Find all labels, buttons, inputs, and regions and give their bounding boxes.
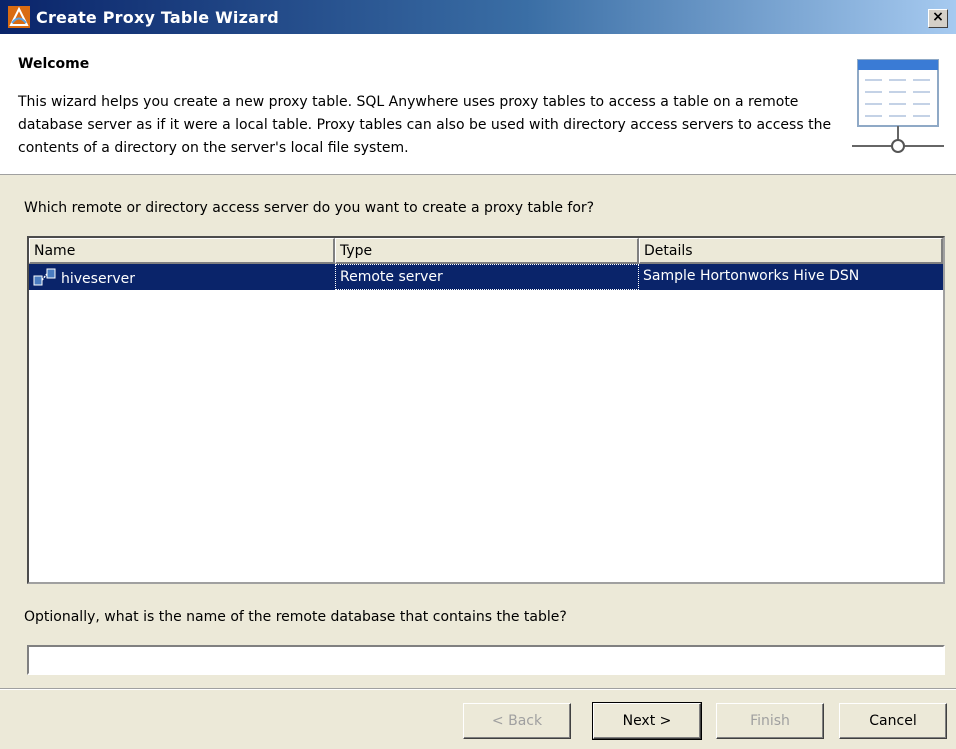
- next-button[interactable]: Next >: [592, 702, 702, 740]
- finish-button[interactable]: Finish: [716, 703, 824, 739]
- database-name-input[interactable]: [27, 645, 945, 675]
- server-icon: [33, 268, 56, 286]
- column-header-type[interactable]: Type: [335, 238, 639, 264]
- page-description: This wizard helps you create a new proxy…: [18, 94, 832, 156]
- close-button[interactable]: ×: [928, 9, 948, 28]
- title-bar: Create Proxy Table Wizard ×: [0, 0, 956, 34]
- server-table: Name Type Details hiveserver Remote serv…: [27, 236, 945, 584]
- table-cell-details: Sample Hortonworks Hive DSN: [643, 268, 860, 284]
- back-button[interactable]: < Back: [463, 703, 571, 739]
- page-title: Welcome: [18, 56, 90, 72]
- proxy-table-icon: [852, 59, 944, 153]
- table-cell-name: hiveserver: [29, 264, 335, 290]
- wizard-header: Welcome This wizard helps you create a n…: [0, 34, 956, 175]
- column-header-details[interactable]: Details: [639, 238, 943, 264]
- button-separator: [0, 688, 956, 690]
- table-row[interactable]: hiveserver Remote server Sample Hortonwo…: [29, 264, 943, 290]
- server-name: hiveserver: [61, 271, 135, 287]
- close-icon: ×: [932, 9, 944, 25]
- database-question-label: Optionally, what is the name of the remo…: [24, 609, 567, 625]
- server-question-label: Which remote or directory access server …: [24, 200, 595, 216]
- window-title: Create Proxy Table Wizard: [36, 7, 279, 27]
- table-header: Name Type Details: [29, 238, 943, 264]
- cancel-button[interactable]: Cancel: [839, 703, 947, 739]
- table-cell-type: Remote server: [335, 264, 639, 290]
- app-icon: [8, 6, 30, 28]
- column-header-name[interactable]: Name: [29, 238, 335, 264]
